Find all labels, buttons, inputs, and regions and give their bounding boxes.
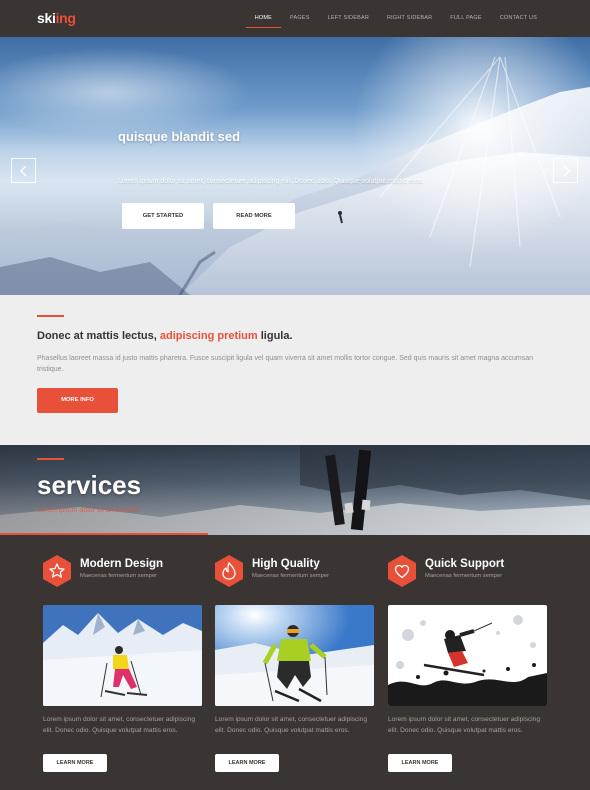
intro-section: Donec at mattis lectus, adipiscing preti… xyxy=(0,295,590,445)
feature-subtitle: Maecenas fermentum semper xyxy=(252,573,330,579)
read-more-button[interactable]: READ MORE xyxy=(213,203,295,229)
logo[interactable]: skiing xyxy=(37,10,76,26)
more-info-button[interactable]: MORE INFO xyxy=(37,388,118,413)
learn-more-button[interactable]: LEARN MORE xyxy=(43,754,107,772)
learn-more-button[interactable]: LEARN MORE xyxy=(388,754,452,772)
feature-image xyxy=(43,605,202,706)
nav-item-contact-us[interactable]: CONTACT US xyxy=(491,0,546,37)
nav-item-pages[interactable]: PAGES xyxy=(281,0,319,37)
slider-prev-button[interactable] xyxy=(11,158,36,183)
feature-image xyxy=(215,605,374,706)
intro-heading-post: ligula. xyxy=(260,330,293,342)
chevron-right-icon xyxy=(563,165,570,177)
chevron-left-icon xyxy=(20,165,27,177)
nav-item-right-sidebar[interactable]: RIGHT SIDEBAR xyxy=(378,0,441,37)
hero-title: quisque blandit sed xyxy=(118,129,241,144)
intro-heading-pre: Donec at mattis lectus, xyxy=(37,330,157,342)
nav-item-home[interactable]: HOME xyxy=(245,0,282,37)
feature-image xyxy=(388,605,547,706)
learn-more-button[interactable]: LEARN MORE xyxy=(215,754,279,772)
nav-item-left-sidebar[interactable]: LEFT SIDEBAR xyxy=(319,0,378,37)
nav-item-full-page[interactable]: FULL PAGE xyxy=(441,0,490,37)
top-navbar: skiing HOME PAGES LEFT SIDEBAR RIGHT SID… xyxy=(0,0,590,37)
hero-text: Lorem ipsum dolor sit amet, consectetuer… xyxy=(118,178,425,185)
feature-text: Lorem ipsum dolor sit amet, consectetuer… xyxy=(43,716,196,734)
star-icon xyxy=(43,555,71,587)
services-banner: services Lorem ipsum dolor sit amet null… xyxy=(0,445,590,535)
fire-icon xyxy=(215,555,243,587)
skier-green-image xyxy=(215,605,374,706)
get-started-button[interactable]: GET STARTED xyxy=(122,203,204,229)
logo-text-part1: ski xyxy=(37,10,56,26)
accent-divider xyxy=(37,458,64,460)
skier-yellow-image xyxy=(43,605,202,706)
accent-divider xyxy=(37,315,64,317)
intro-heading-highlight: adipiscing pretium xyxy=(159,330,258,342)
main-nav: HOME PAGES LEFT SIDEBAR RIGHT SIDEBAR FU… xyxy=(245,0,546,37)
feature-subtitle: Maecenas fermentum semper xyxy=(425,573,503,579)
services-title: services xyxy=(37,470,142,500)
feature-text: Lorem ipsum dolor sit amet, consectetuer… xyxy=(215,716,368,734)
feature-title: High Quality xyxy=(252,558,320,570)
logo-text-part2: ing xyxy=(55,10,76,26)
features-section: Modern Design Maecenas fermentum semper … xyxy=(0,535,590,790)
slider-next-button[interactable] xyxy=(553,158,578,183)
hero-slider: quisque blandit sed Lorem ipsum dolor si… xyxy=(0,37,590,295)
feature-title: Modern Design xyxy=(80,558,164,570)
intro-body-text: Phasellus laoreet massa id justo mattis … xyxy=(37,355,534,373)
heart-icon xyxy=(388,555,416,587)
services-subtitle: Lorem ipsum dolor sit amet nulla xyxy=(37,507,139,514)
intro-heading: Donec at mattis lectus, adipiscing preti… xyxy=(37,330,293,342)
skier-jump-image xyxy=(388,605,547,706)
feature-text: Lorem ipsum dolor sit amet, consectetuer… xyxy=(388,716,541,734)
feature-title: Quick Support xyxy=(425,558,505,570)
feature-subtitle: Maecenas fermentum semper xyxy=(80,573,158,579)
